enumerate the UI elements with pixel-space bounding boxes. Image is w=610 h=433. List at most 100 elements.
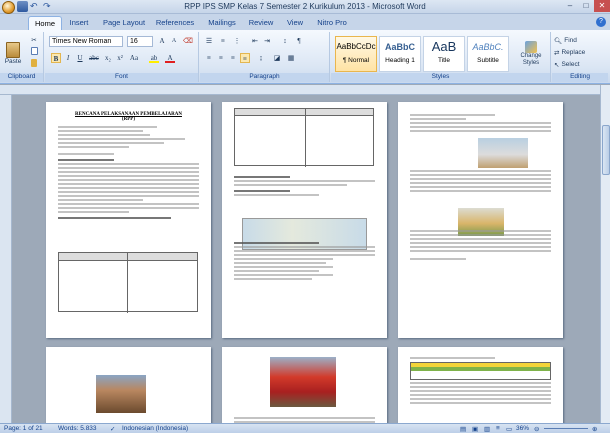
page-1-subtitle: (RPP) xyxy=(121,117,136,122)
multilevel-list-icon[interactable]: ⋮ xyxy=(232,36,242,46)
page-4 xyxy=(46,347,211,423)
style-subtitle[interactable]: AaBbC. Subtitle xyxy=(467,36,509,72)
strikethrough-button[interactable]: abc xyxy=(89,53,99,63)
style-normal[interactable]: AaBbCcDc ¶ Normal xyxy=(335,36,377,72)
align-left-icon[interactable]: ≡ xyxy=(204,53,214,63)
decrease-indent-icon[interactable]: ⇤ xyxy=(250,36,260,46)
page-6 xyxy=(398,347,563,423)
maximize-button[interactable]: □ xyxy=(578,0,594,12)
page-2-table xyxy=(234,108,374,167)
ribbon-tabs: Home Insert Page Layout References Maili… xyxy=(0,14,610,30)
tab-page-layout[interactable]: Page Layout xyxy=(98,16,150,30)
numbering-icon[interactable]: ≡ xyxy=(218,36,228,46)
justify-icon[interactable]: ≡ xyxy=(240,53,250,63)
vertical-scrollbar[interactable] xyxy=(600,85,610,423)
draft-icon[interactable]: ▭ xyxy=(506,425,512,433)
find-button[interactable]: 🔍︎ Find xyxy=(554,35,606,46)
zoom-slider[interactable] xyxy=(544,428,588,429)
style-title[interactable]: AaB Title xyxy=(423,36,465,72)
change-styles-button[interactable]: Change Styles xyxy=(513,36,549,72)
tab-references[interactable]: References xyxy=(152,16,198,30)
select-button[interactable]: ↖ Select xyxy=(554,59,606,70)
page-3 xyxy=(398,102,563,338)
editing-label: Editing xyxy=(552,73,608,82)
change-case-button[interactable]: Aa xyxy=(129,53,139,63)
paste-button[interactable]: Paste xyxy=(2,34,24,72)
page-5-photo xyxy=(270,357,336,407)
page-count[interactable]: Page: 1 of 21 xyxy=(4,425,43,432)
help-icon[interactable]: ? xyxy=(596,17,606,27)
styles-group: AaBbCcDc ¶ Normal AaBbC Heading 1 AaB Ti… xyxy=(331,32,551,82)
format-painter-button[interactable] xyxy=(28,58,40,68)
brush-icon xyxy=(31,59,37,67)
font-color-button[interactable]: A xyxy=(165,53,175,63)
full-screen-icon[interactable]: ▣ xyxy=(472,425,478,433)
close-button[interactable]: ✕ xyxy=(594,0,610,12)
superscript-button[interactable]: x² xyxy=(115,53,125,63)
italic-button[interactable]: I xyxy=(63,53,73,63)
binoculars-icon: 🔍︎ xyxy=(554,37,563,45)
highlight-button[interactable]: ab xyxy=(149,53,159,63)
align-center-icon[interactable]: ≡ xyxy=(216,53,226,63)
page-4-photo xyxy=(96,375,146,413)
sort-icon[interactable]: ↕ xyxy=(280,36,290,46)
replace-button[interactable]: ⇄ Replace xyxy=(554,47,606,58)
page-5 xyxy=(222,347,387,423)
page-3-photo-1 xyxy=(478,138,528,168)
replace-icon: ⇄ xyxy=(554,49,560,57)
tab-mailings[interactable]: Mailings xyxy=(204,16,240,30)
borders-icon[interactable]: ▦ xyxy=(286,53,296,63)
window-title: RPP IPS SMP Kelas 7 Semester 2 Kurikulum… xyxy=(184,2,426,11)
show-marks-icon[interactable]: ¶ xyxy=(294,36,304,46)
bold-button[interactable]: B xyxy=(51,53,61,63)
clipboard-label: Clipboard xyxy=(0,73,43,82)
paste-icon xyxy=(6,41,20,58)
increase-indent-icon[interactable]: ⇥ xyxy=(262,36,272,46)
zoom-level[interactable]: 36% xyxy=(516,425,529,432)
shading-icon[interactable]: ◪ xyxy=(272,53,282,63)
outline-icon[interactable]: ≡ xyxy=(496,425,500,432)
print-layout-icon[interactable]: ▤ xyxy=(460,425,466,433)
document-canvas[interactable]: RENCANA PELAKSANAAN PEMBELAJARAN (RPP) xyxy=(12,95,600,423)
tab-nitro-pro[interactable]: Nitro Pro xyxy=(312,16,352,30)
change-styles-icon xyxy=(525,41,537,53)
font-name-box[interactable]: Times New Roman xyxy=(49,36,123,47)
cursor-icon: ↖ xyxy=(554,61,560,69)
cut-button[interactable]: ✂ xyxy=(28,35,40,45)
title-bar: ↶ ↷ RPP IPS SMP Kelas 7 Semester 2 Kurik… xyxy=(0,0,610,14)
tab-review[interactable]: Review xyxy=(246,16,276,30)
font-size-box[interactable]: 16 xyxy=(127,36,153,47)
style-heading-1[interactable]: AaBbC Heading 1 xyxy=(379,36,421,72)
vertical-ruler[interactable] xyxy=(0,95,12,423)
status-bar: Page: 1 of 21 Words: 5.833 ✓ Indonesian … xyxy=(0,423,610,433)
page-2 xyxy=(222,102,387,338)
clipboard-group: Paste ✂ Clipboard xyxy=(0,32,44,82)
line-spacing-icon[interactable]: ↨ xyxy=(256,53,266,63)
horizontal-ruler[interactable] xyxy=(0,85,610,95)
styles-label: Styles xyxy=(331,73,550,82)
font-group: Times New Roman 16 A A ⌫ B I U abc x₂ x²… xyxy=(45,32,199,82)
web-layout-icon[interactable]: ▥ xyxy=(484,425,490,433)
word-count[interactable]: Words: 5.833 xyxy=(58,425,97,432)
page-6-table xyxy=(410,362,551,380)
underline-button[interactable]: U xyxy=(75,53,85,63)
grow-font-icon[interactable]: A xyxy=(157,36,167,46)
zoom-in-icon[interactable]: ⊕ xyxy=(592,425,597,433)
bullets-icon[interactable]: ☰ xyxy=(204,36,214,46)
editing-group: 🔍︎ Find ⇄ Replace ↖ Select Editing xyxy=(552,32,608,82)
page-1-table xyxy=(58,252,198,313)
tab-view[interactable]: View xyxy=(282,16,308,30)
tab-insert[interactable]: Insert xyxy=(64,16,94,30)
language-indicator[interactable]: Indonesian (Indonesia) xyxy=(122,425,188,432)
copy-icon xyxy=(30,47,38,55)
minimize-button[interactable]: – xyxy=(562,0,578,12)
clear-format-icon[interactable]: ⌫ xyxy=(183,36,193,46)
copy-button[interactable] xyxy=(28,46,40,56)
zoom-out-icon[interactable]: ⊖ xyxy=(534,425,539,433)
shrink-font-icon[interactable]: A xyxy=(169,36,179,46)
subscript-button[interactable]: x₂ xyxy=(103,53,113,63)
scrollbar-thumb[interactable] xyxy=(602,125,610,175)
tab-home[interactable]: Home xyxy=(28,16,62,30)
align-right-icon[interactable]: ≡ xyxy=(228,53,238,63)
proofing-icon[interactable]: ✓ xyxy=(110,425,115,433)
